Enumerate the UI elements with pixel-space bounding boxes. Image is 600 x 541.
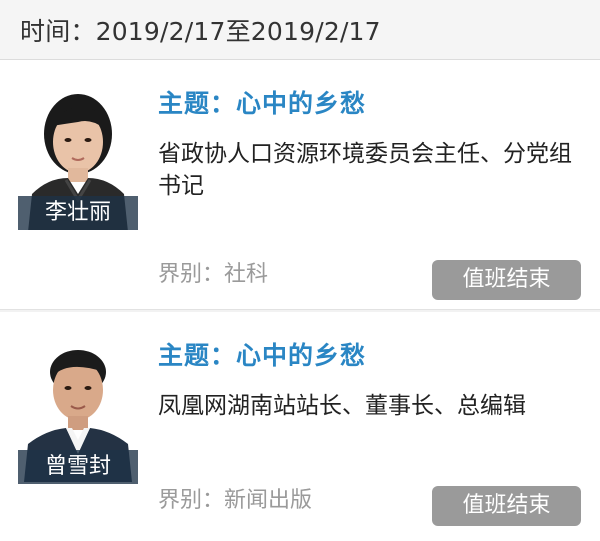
- sector-label: 界别：社科: [158, 262, 269, 287]
- duty-ended-button[interactable]: 值班结束: [432, 260, 581, 300]
- avatar: 曾雪封: [18, 332, 138, 484]
- time-range-header: 时间：2019/2/17至2019/2/17: [0, 0, 600, 60]
- topic-title: 主题：心中的乡愁: [158, 341, 367, 370]
- avatar: 李壮丽: [18, 82, 138, 230]
- name-label: 李壮丽: [18, 196, 138, 230]
- name-label: 曾雪封: [18, 450, 138, 484]
- topic-title: 主题：心中的乡愁: [158, 89, 367, 118]
- position-text: 凤凰网湖南站站长、董事长、总编辑: [158, 393, 526, 419]
- duty-card[interactable]: 曾雪封 主题：心中的乡愁 凤凰网湖南站站长、董事长、总编辑 界别：新闻出版 值班…: [0, 312, 600, 541]
- page: 时间：2019/2/17至2019/2/17 李壮丽 主题：心中的乡愁 省政协人…: [0, 0, 600, 541]
- sector-label: 界别：新闻出版: [158, 488, 313, 513]
- time-range-text: 时间：2019/2/17至2019/2/17: [20, 17, 381, 46]
- duty-card[interactable]: 李壮丽 主题：心中的乡愁 省政协人口资源环境委员会主任、分党组书记 界别：社科 …: [0, 60, 600, 310]
- duty-ended-button[interactable]: 值班结束: [432, 486, 581, 526]
- position-text: 省政协人口资源环境委员会主任、分党组书记: [158, 141, 572, 199]
